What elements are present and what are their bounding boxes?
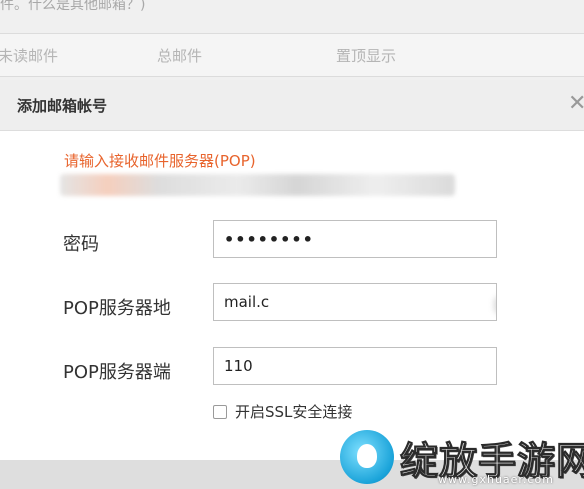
pop-port-label: POP服务器端: [63, 362, 171, 383]
close-icon[interactable]: ✕: [568, 91, 584, 116]
ssl-label: 开启SSL安全连接: [235, 403, 353, 421]
pop-server-label: POP服务器地: [63, 298, 171, 319]
redacted-text: [60, 174, 455, 196]
ssl-option[interactable]: 开启SSL安全连接: [213, 401, 352, 422]
watermark-url: www.gxhuaer.com: [438, 473, 554, 486]
pop-port-value: 110: [224, 357, 253, 375]
dialog-title: 添加邮箱帐号: [17, 97, 108, 115]
watermark-logo-icon: [340, 430, 394, 484]
other-mailbox-question[interactable]: 件。什么是其他邮箱？): [0, 0, 145, 14]
password-field[interactable]: ••••••••: [213, 220, 497, 258]
pop-server-value: mail.c: [224, 293, 270, 311]
pop-server-hint: 请输入接收邮件服务器(POP): [64, 152, 256, 170]
redacted-server: [494, 296, 496, 314]
background-tabs: 未读邮件 总邮件 置顶显示: [0, 33, 584, 77]
tab-unread-mail[interactable]: 未读邮件: [0, 45, 58, 66]
tab-total-mail[interactable]: 总邮件: [157, 45, 202, 66]
add-mailbox-dialog: 添加邮箱帐号 ✕ 请输入接收邮件服务器(POP) 密码 •••••••• POP…: [0, 80, 584, 460]
pop-port-field[interactable]: 110: [213, 347, 497, 385]
tab-pin-display[interactable]: 置顶显示: [336, 45, 396, 66]
background-page: 件。什么是其他邮箱？) 未读邮件 总邮件 置顶显示: [0, 0, 584, 80]
dialog-header: 添加邮箱帐号 ✕: [0, 80, 584, 131]
password-label: 密码: [63, 234, 99, 255]
password-value: ••••••••: [224, 229, 314, 249]
site-watermark: 绽放手游网 www.gxhuaer.com: [340, 430, 584, 489]
pop-server-field[interactable]: mail.c: [213, 283, 497, 321]
checkbox-icon[interactable]: [213, 404, 227, 419]
